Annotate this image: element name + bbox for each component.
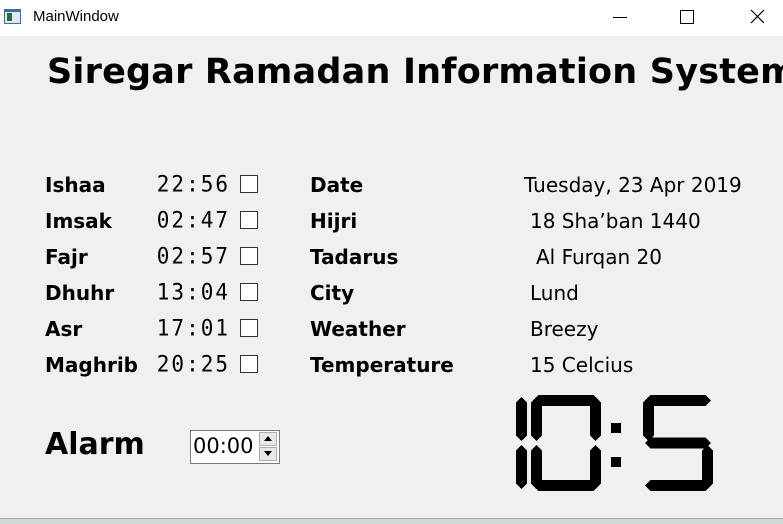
minimize-icon <box>613 17 627 18</box>
prayer-name-maghrib: Maghrib <box>45 353 138 377</box>
chevron-down-icon <box>264 451 272 456</box>
prayer-time-asr: 17:01 <box>156 315 230 341</box>
status-bar <box>0 518 783 524</box>
ishaa-checkbox[interactable] <box>240 175 258 193</box>
prayer-name-dhuhr: Dhuhr <box>45 281 115 305</box>
dhuhr-checkbox[interactable] <box>240 283 258 301</box>
prayer-time-ishaa: 22:56 <box>156 171 230 197</box>
clock-colon <box>611 423 621 467</box>
date-value: Tuesday, 23 Apr 2019 <box>524 173 742 197</box>
tadarus-value: Al Furqan 20 <box>536 245 662 269</box>
title-bar: MainWindow <box>0 0 783 36</box>
asr-checkbox[interactable] <box>240 319 258 337</box>
maximize-icon <box>680 10 694 24</box>
prayer-name-asr: Asr <box>45 317 83 341</box>
prayer-name-ishaa: Ishaa <box>45 173 106 197</box>
hijri-label: Hijri <box>310 209 358 233</box>
chevron-up-icon <box>264 436 272 441</box>
window-title: MainWindow <box>33 8 119 25</box>
fajr-checkbox[interactable] <box>240 247 258 265</box>
clock-digit <box>516 397 527 489</box>
city-value: Lund <box>530 281 579 305</box>
hijri-value: 18 Sha’ban 1440 <box>530 209 701 233</box>
spin-up-button[interactable] <box>259 432 277 446</box>
digital-clock <box>516 395 713 491</box>
clock-digit <box>531 395 601 491</box>
tadarus-label: Tadarus <box>310 245 399 269</box>
close-button[interactable] <box>734 0 780 36</box>
spin-down-button[interactable] <box>259 447 277 461</box>
prayer-time-imsak: 02:47 <box>156 207 230 233</box>
temperature-value: 15 Celcius <box>530 353 634 377</box>
alarm-time-value[interactable]: 00:00 <box>193 434 254 458</box>
page-title: Siregar Ramadan Information System <box>47 52 783 92</box>
clock-digit <box>643 395 713 491</box>
weather-value: Breezy <box>530 317 599 341</box>
app-icon <box>4 9 21 24</box>
temperature-label: Temperature <box>310 353 454 377</box>
prayer-time-fajr: 02:57 <box>156 243 230 269</box>
prayer-time-maghrib: 20:25 <box>156 351 230 377</box>
prayer-name-fajr: Fajr <box>45 245 88 269</box>
date-label: Date <box>310 173 364 197</box>
city-label: City <box>310 281 355 305</box>
prayer-time-dhuhr: 13:04 <box>156 279 230 305</box>
imsak-checkbox[interactable] <box>240 211 258 229</box>
maghrib-checkbox[interactable] <box>240 355 258 373</box>
weather-label: Weather <box>310 317 406 341</box>
alarm-time-spinbox[interactable]: 00:00 <box>190 430 280 464</box>
minimize-button[interactable] <box>597 0 643 36</box>
maximize-button[interactable] <box>663 0 709 36</box>
close-icon <box>750 9 765 24</box>
prayer-name-imsak: Imsak <box>45 209 112 233</box>
alarm-label: Alarm <box>45 427 145 462</box>
